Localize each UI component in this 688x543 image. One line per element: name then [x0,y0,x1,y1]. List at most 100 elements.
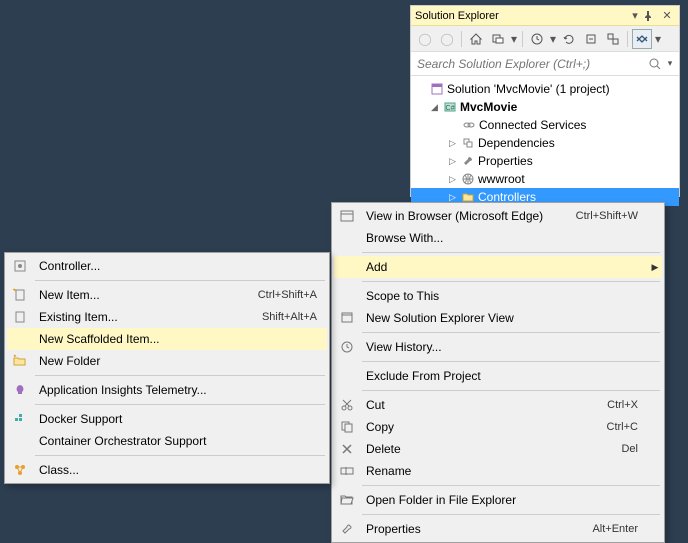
history-icon[interactable] [527,29,547,49]
copy-icon [334,419,360,435]
solution-icon [429,81,445,97]
scissors-icon [334,397,360,413]
csproj-icon: C# [442,99,458,115]
back-icon[interactable]: ◯ [415,29,435,49]
separator [35,375,325,376]
submenu-controller[interactable]: Controller... [7,255,327,277]
chevron-down-icon[interactable]: ▾ [549,29,557,49]
separator [362,361,660,362]
tree-connected-services[interactable]: Connected Services [411,116,679,134]
tree-label: MvcMovie [460,100,517,114]
menu-browse-with[interactable]: Browse With... [334,227,662,249]
tree-label: wwwroot [478,172,525,186]
submenu-new-scaffolded-item[interactable]: New Scaffolded Item... [7,328,327,350]
menu-delete[interactable]: Delete Del [334,438,662,460]
separator [35,404,325,405]
submenu-docker-support[interactable]: Docker Support [7,408,327,430]
add-submenu: Controller... New Item... Ctrl+Shift+A E… [4,252,330,484]
panel-titlebar: Solution Explorer ▾ ✕ [411,6,679,26]
submenu-new-folder[interactable]: New Folder [7,350,327,372]
globe-icon [460,171,476,187]
separator [362,252,660,253]
menu-add[interactable]: Add ▶ [334,256,662,278]
connected-services-icon [461,117,477,133]
delete-icon [334,441,360,457]
dropdown-icon[interactable]: ▾ [627,9,643,22]
submenu-existing-item[interactable]: Existing Item... Shift+Alt+A [7,306,327,328]
submenu-container-orchestrator[interactable]: Container Orchestrator Support [7,430,327,452]
collapse-icon[interactable] [581,29,601,49]
home-icon[interactable] [466,29,486,49]
tree-wwwroot[interactable]: ▷ wwwroot [411,170,679,188]
new-item-icon [7,287,33,303]
forward-icon[interactable]: ◯ [437,29,457,49]
svg-text:C#: C# [446,105,455,112]
browser-icon [334,208,360,224]
separator [362,332,660,333]
expander-open-icon[interactable]: ◢ [429,102,440,113]
controller-icon [7,258,33,274]
menu-view-in-browser[interactable]: View in Browser (Microsoft Edge) Ctrl+Sh… [334,205,662,227]
separator [461,31,462,47]
expander-closed-icon[interactable]: ▷ [447,156,458,167]
menu-view-history[interactable]: View History... [334,336,662,358]
separator [522,31,523,47]
show-all-icon[interactable] [603,29,623,49]
open-folder-icon [334,492,360,508]
chevron-down-icon[interactable]: ▾ [510,29,518,49]
submenu-class[interactable]: Class... [7,459,327,481]
separator [35,280,325,281]
tree-label: Solution 'MvcMovie' (1 project) [447,82,610,96]
expander-closed-icon[interactable]: ▷ [447,174,458,185]
search-icon[interactable] [645,54,665,74]
separator [362,514,660,515]
search-input[interactable] [415,56,645,72]
rename-icon [334,463,360,479]
panel-title: Solution Explorer [415,10,627,22]
chevron-down-icon[interactable]: ▾ [665,54,675,74]
menu-new-solution-explorer-view[interactable]: New Solution Explorer View [334,307,662,329]
menu-copy[interactable]: Copy Ctrl+C [334,416,662,438]
sync-icon[interactable] [488,29,508,49]
tree-properties[interactable]: ▷ Properties [411,152,679,170]
expander-closed-icon[interactable]: ▷ [447,138,458,149]
expander-closed-icon[interactable]: ▷ [447,192,458,203]
separator [35,455,325,456]
pin-icon[interactable] [643,11,659,21]
refresh-icon[interactable] [559,29,579,49]
history-icon [334,339,360,355]
tree-dependencies[interactable]: ▷ Dependencies [411,134,679,152]
docker-icon [7,411,33,427]
existing-item-icon [7,309,33,325]
chevron-down-icon[interactable]: ▾ [654,29,662,49]
submenu-new-item[interactable]: New Item... Ctrl+Shift+A [7,284,327,306]
menu-properties[interactable]: Properties Alt+Enter [334,518,662,540]
preview-toggle-icon[interactable] [632,29,652,49]
close-icon[interactable]: ✕ [659,9,675,22]
menu-open-folder[interactable]: Open Folder in File Explorer [334,489,662,511]
new-folder-icon [7,353,33,369]
menu-exclude-from-project[interactable]: Exclude From Project [334,365,662,387]
wrench-icon [460,153,476,169]
separator [362,485,660,486]
tree-label: Connected Services [479,118,586,132]
panel-toolbar: ◯ ◯ ▾ ▾ ▾ [411,26,679,52]
menu-cut[interactable]: Cut Ctrl+X [334,394,662,416]
menu-scope-to-this[interactable]: Scope to This [334,285,662,307]
tree-label: Dependencies [478,136,555,150]
menu-rename[interactable]: Rename [334,460,662,482]
dependencies-icon [460,135,476,151]
separator [362,281,660,282]
wrench-icon [334,521,360,537]
search-bar: ▾ [411,52,679,76]
tree-solution-node[interactable]: Solution 'MvcMovie' (1 project) [411,80,679,98]
window-icon [334,310,360,326]
separator [362,390,660,391]
separator [627,31,628,47]
solution-explorer-panel: Solution Explorer ▾ ✕ ◯ ◯ ▾ ▾ [410,5,680,197]
context-menu: View in Browser (Microsoft Edge) Ctrl+Sh… [331,202,665,543]
tree-project-node[interactable]: ◢ C# MvcMovie [411,98,679,116]
submenu-app-insights[interactable]: Application Insights Telemetry... [7,379,327,401]
class-icon [7,462,33,478]
submenu-arrow-icon: ▶ [648,262,662,273]
